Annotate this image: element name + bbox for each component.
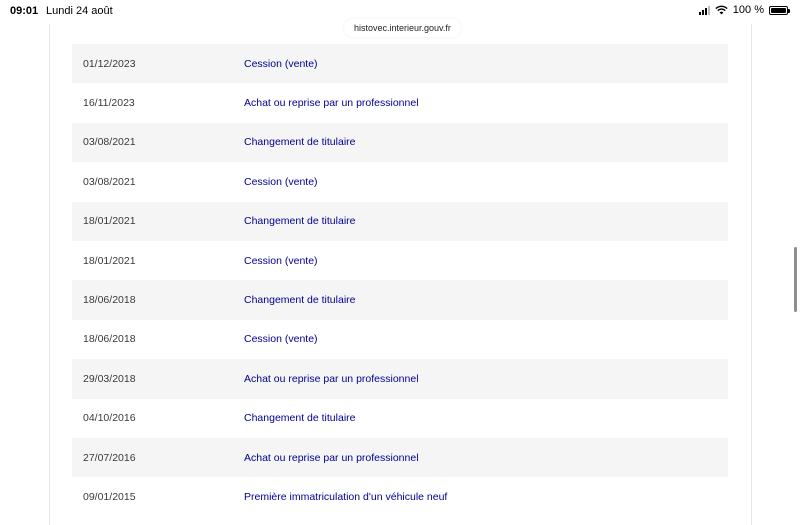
history-row: 01/12/2023 Cession (vente) <box>72 44 728 84</box>
history-operation-link[interactable]: Achat ou reprise par un professionnel <box>244 97 419 109</box>
history-operation-link[interactable]: Cession (vente) <box>244 255 318 267</box>
battery-percent: 100 % <box>732 4 764 16</box>
history-operation-link[interactable]: Changement de titulaire <box>244 412 356 424</box>
status-right-group: 100 % <box>698 4 790 16</box>
history-row: 18/06/2018 Cession (vente) <box>72 319 728 360</box>
history-date: 18/06/2018 <box>83 333 136 346</box>
history-date: 18/01/2021 <box>83 215 136 228</box>
history-operation-link[interactable]: Achat ou reprise par un professionnel <box>244 373 419 385</box>
vehicle-history-table: 01/12/2023 Cession (vente) 16/11/2023 Achat… <box>72 44 728 517</box>
history-date: 16/11/2023 <box>83 97 135 110</box>
history-row: 18/06/2018 Changement de titulaire <box>72 280 728 320</box>
history-date: 29/03/2018 <box>83 372 136 385</box>
history-row: 18/01/2021 Changement de titulaire <box>72 201 728 241</box>
history-operation-link[interactable]: Cession (vente) <box>244 333 318 345</box>
history-row: 04/10/2016 Changement de titulaire <box>72 398 728 438</box>
history-row: 27/07/2016 Achat ou reprise par un profes… <box>72 437 728 478</box>
history-date: 03/08/2021 <box>83 136 136 149</box>
history-date: 27/07/2016 <box>83 451 136 464</box>
history-row: 09/01/2015 Première immatriculation d'un … <box>72 477 728 517</box>
history-row: 29/03/2018 Achat ou reprise par un profes… <box>72 359 728 399</box>
history-operation-link[interactable]: Changement de titulaire <box>244 294 356 306</box>
history-row: 03/08/2021 Cession (vente) <box>72 162 728 202</box>
history-operation-link[interactable]: Première immatriculation d'un véhicule n… <box>244 491 447 503</box>
status-date: Lundi 24 août <box>46 5 113 17</box>
history-date: 03/08/2021 <box>83 175 136 188</box>
history-date: 04/10/2016 <box>83 412 136 425</box>
history-row: 03/08/2021 Changement de titulaire <box>72 122 728 163</box>
history-operation-link[interactable]: Cession (vente) <box>244 58 318 70</box>
battery-icon <box>769 5 790 15</box>
history-operation-link[interactable]: Changement de titulaire <box>244 215 356 227</box>
wifi-icon <box>715 5 728 15</box>
history-date: 01/12/2023 <box>83 57 136 70</box>
history-date: 18/01/2021 <box>83 254 136 267</box>
history-row: 18/01/2021 Cession (vente) <box>72 240 728 281</box>
page-scrollbar[interactable] <box>794 247 797 312</box>
history-row: 16/11/2023 Achat ou reprise par un profes… <box>72 83 728 123</box>
history-operation-link[interactable]: Changement de titulaire <box>244 136 356 148</box>
history-date: 09/01/2015 <box>83 490 136 503</box>
history-operation-link[interactable]: Achat ou reprise par un professionnel <box>244 452 419 464</box>
status-time: 09:01 <box>10 5 39 17</box>
browser-url-pill[interactable]: histovec.interieur.gouv.fr <box>344 19 461 37</box>
cellular-signal-icon <box>698 5 710 15</box>
history-date: 18/06/2018 <box>83 294 136 307</box>
history-operation-link[interactable]: Cession (vente) <box>244 176 318 188</box>
